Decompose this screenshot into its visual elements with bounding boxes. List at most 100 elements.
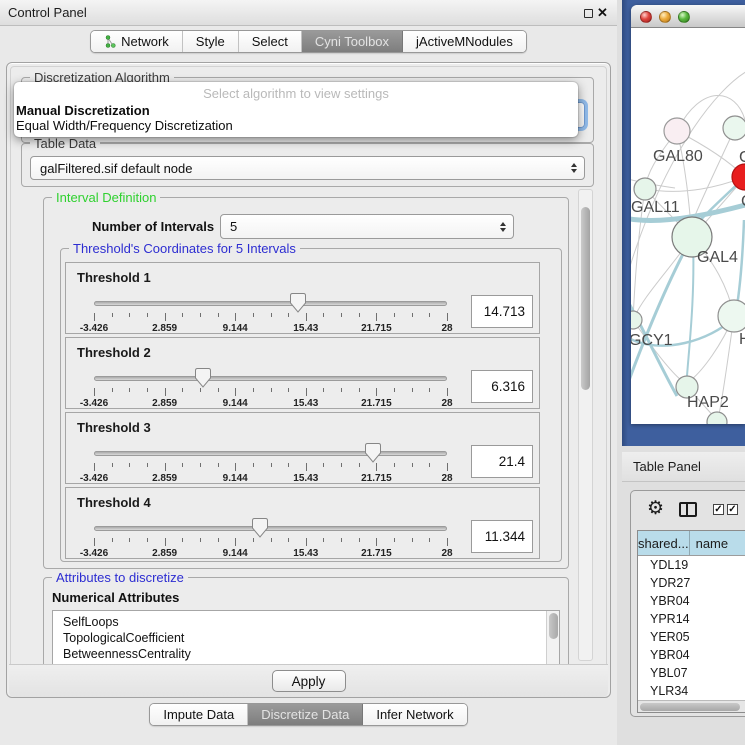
apply-bar: Apply (9, 664, 608, 697)
tab-discretize-data[interactable]: Discretize Data (248, 704, 363, 725)
slider-thumb[interactable] (252, 518, 268, 538)
slider-thumb[interactable] (290, 293, 306, 313)
threshold-slider[interactable]: -3.4262.8599.14415.4321.71528 (94, 413, 447, 485)
network-node[interactable] (718, 300, 745, 332)
threshold-slider[interactable]: -3.4262.8599.14415.4321.71528 (94, 488, 447, 560)
table-panel-title: Table Panel (633, 452, 701, 481)
table-horizontal-scrollbar[interactable] (638, 700, 745, 712)
cell-shared-name[interactable]: YER054C (638, 628, 646, 646)
tab-style[interactable]: Style (183, 31, 239, 52)
threshold-value-field[interactable] (471, 370, 533, 403)
tab-select[interactable]: Select (239, 31, 302, 52)
table-row[interactable]: YLR345WYLR34 (638, 682, 745, 700)
table-row[interactable]: YBR045CYBR04 (638, 646, 745, 664)
float-window-icon[interactable] (584, 9, 593, 18)
slider-track[interactable] (94, 301, 447, 306)
slider-track[interactable] (94, 451, 447, 456)
dropdown-option[interactable]: Manual Discretization (14, 103, 578, 118)
tab-label: Impute Data (163, 704, 234, 725)
tab-label: Select (252, 31, 288, 52)
threshold-value-field[interactable] (471, 295, 533, 328)
number-of-intervals-value: 5 (230, 215, 237, 238)
table-row[interactable]: YDL19...YDL19 (638, 556, 745, 574)
slider-ticks (94, 538, 447, 547)
table-header-name[interactable]: name (690, 531, 745, 555)
settings-vertical-scrollbar[interactable] (578, 189, 593, 661)
tab-cyni-toolbox[interactable]: Cyni Toolbox (302, 31, 403, 52)
cell-name[interactable]: YDL19 (646, 556, 745, 574)
control-panel-titlebar: Control Panel ✕ (0, 0, 617, 26)
threshold-value-field[interactable] (471, 520, 533, 553)
minimize-traffic-light-icon[interactable] (659, 11, 671, 23)
table-row[interactable]: YDR27...YDR27 (638, 574, 745, 592)
checkbox-icon[interactable]: ✓ (713, 504, 724, 515)
cell-name[interactable]: YDR27 (646, 574, 745, 592)
cyni-panel: Discretization Algorithm Table Data galF… (6, 62, 611, 698)
group-table-data: Table Data galFiltered.sif default node (21, 143, 594, 187)
attributes-list-scrollbar[interactable] (546, 611, 559, 664)
top-tabs-segment: NetworkStyle Select Cyni ToolboxjActiveMNo… (90, 30, 527, 53)
node-attribute-table[interactable]: shared... name YDL19...YDL19YDR27...YDR2… (637, 530, 745, 713)
zoom-traffic-light-icon[interactable] (678, 11, 690, 23)
group-title: Threshold's Coordinates for 5 Intervals (69, 241, 300, 256)
cell-shared-name[interactable]: YDR27... (638, 574, 646, 592)
table-row[interactable]: YBL079WYBL07 (638, 664, 745, 682)
slider-thumb[interactable] (365, 443, 381, 463)
number-of-intervals-combobox[interactable]: 5 (220, 214, 514, 239)
cell-name[interactable]: YBR04 (646, 646, 745, 664)
dropdown-placeholder-option[interactable]: Select algorithm to view settings (14, 84, 578, 103)
slider-thumb[interactable] (195, 368, 211, 388)
network-graph[interactable]: GAL80GACGAL11GAL4GCY1HHAP2 (631, 28, 745, 424)
network-node-label: GAL4 (697, 249, 738, 266)
cell-name[interactable]: YBL07 (646, 664, 745, 682)
attribute-list-item[interactable]: BetweennessCentrality (53, 646, 559, 662)
slider-scale-labels: -3.4262.8599.14415.4321.71528 (94, 323, 447, 334)
cell-shared-name[interactable]: YBR045C (638, 646, 646, 664)
network-node[interactable] (707, 412, 727, 424)
table-row[interactable]: YBR043CYBR04 (638, 592, 745, 610)
attribute-list-item[interactable]: SelfLoops (53, 614, 559, 630)
threshold-value-field[interactable] (471, 445, 533, 478)
gear-icon[interactable]: ⚙ (647, 497, 664, 521)
slider-track[interactable] (94, 526, 447, 531)
split-table-icon[interactable] (679, 502, 697, 517)
cell-name[interactable]: YER05 (646, 628, 745, 646)
tab-impute-data[interactable]: Impute Data (150, 704, 248, 725)
dropdown-option[interactable]: Equal Width/Frequency Discretization (14, 118, 578, 133)
table-data-combobox[interactable]: galFiltered.sif default node (30, 156, 585, 180)
network-node[interactable] (723, 116, 745, 140)
attribute-list-item[interactable]: TopologicalCoefficient (53, 630, 559, 646)
threshold-block: Threshold 3-3.4262.8599.14415.4321.71528 (65, 412, 540, 484)
table-row[interactable]: YPR145WYPR14 (638, 610, 745, 628)
number-of-intervals-label: Number of Intervals (92, 219, 214, 234)
combo-arrows-icon (571, 163, 577, 173)
tab-network[interactable]: Network (91, 31, 183, 52)
threshold-slider[interactable]: -3.4262.8599.14415.4321.71528 (94, 338, 447, 410)
cell-shared-name[interactable]: YDL19... (638, 556, 646, 574)
tab-infer-network[interactable]: Infer Network (363, 704, 466, 725)
threshold-slider[interactable]: -3.4262.8599.14415.4321.71528 (94, 263, 447, 335)
combo-arrows-icon (500, 222, 506, 232)
tab-jactivemnodules[interactable]: jActiveMNodules (403, 31, 526, 52)
numerical-attributes-list[interactable]: SelfLoopsTopologicalCoefficientBetweenne… (52, 610, 560, 664)
cell-shared-name[interactable]: YBR043C (638, 592, 646, 610)
cell-shared-name[interactable]: YBL079W (638, 664, 646, 682)
cell-name[interactable]: YPR14 (646, 610, 745, 628)
checkbox-icon[interactable]: ✓ (727, 504, 738, 515)
close-traffic-light-icon[interactable] (640, 11, 652, 23)
control-panel-window: Control Panel ✕ NetworkStyle Select Cyni T… (0, 0, 617, 745)
network-node[interactable] (634, 178, 656, 200)
apply-button[interactable]: Apply (272, 670, 346, 692)
table-header-shared[interactable]: shared... (638, 531, 690, 555)
network-node[interactable] (664, 118, 690, 144)
table-row[interactable]: YER054CYER05 (638, 628, 745, 646)
network-node-label: GAL11 (631, 199, 680, 216)
numerical-attributes-heading: Numerical Attributes (52, 590, 179, 605)
close-icon[interactable]: ✕ (597, 4, 608, 22)
cell-name[interactable]: YBR04 (646, 592, 745, 610)
cell-shared-name[interactable]: YLR345W (638, 682, 646, 700)
slider-track[interactable] (94, 376, 447, 381)
cell-shared-name[interactable]: YPR145W (638, 610, 646, 628)
cell-name[interactable]: YLR34 (646, 682, 745, 700)
thresholds-list: Threshold 1-3.4262.8599.14415.4321.71528… (61, 259, 540, 559)
